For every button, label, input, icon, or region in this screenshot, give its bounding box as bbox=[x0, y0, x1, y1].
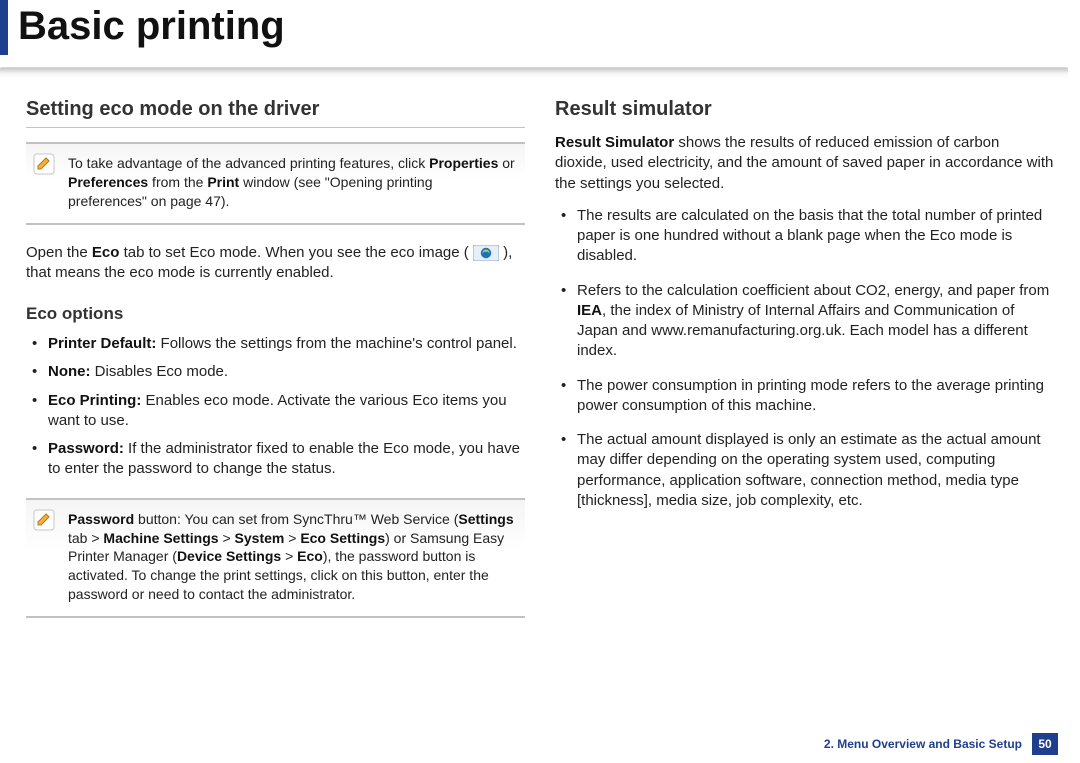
note-password: Password button: You can set from SyncTh… bbox=[26, 498, 525, 618]
right-column: Result simulator Result Simulator shows … bbox=[555, 96, 1054, 636]
eco-options-heading: Eco options bbox=[26, 303, 525, 326]
left-column: Setting eco mode on the driver To take a… bbox=[26, 96, 525, 636]
eco-icon bbox=[473, 245, 499, 261]
list-item: Eco Printing: Enables eco mode. Activate… bbox=[26, 391, 525, 432]
page-title: Basic printing bbox=[0, 5, 1080, 47]
pencil-note-icon bbox=[32, 152, 56, 176]
result-simulator-intro: Result Simulator shows the results of re… bbox=[555, 133, 1054, 194]
list-item: The actual amount displayed is only an e… bbox=[555, 430, 1054, 511]
section-result-simulator: Result simulator bbox=[555, 96, 1054, 123]
list-item: Printer Default: Follows the settings fr… bbox=[26, 334, 525, 354]
list-item: The results are calculated on the basis … bbox=[555, 206, 1054, 267]
eco-options-list: Printer Default: Follows the settings fr… bbox=[26, 334, 525, 480]
open-eco-tab-text: Open the Eco tab to set Eco mode. When y… bbox=[26, 243, 525, 284]
title-shadow bbox=[0, 67, 1068, 78]
section-rule bbox=[26, 127, 525, 128]
note-advanced-printing: To take advantage of the advanced printi… bbox=[26, 142, 525, 225]
content-columns: Setting eco mode on the driver To take a… bbox=[0, 96, 1080, 636]
footer-chapter: 2. Menu Overview and Basic Setup bbox=[824, 736, 1022, 752]
list-item: The power consumption in printing mode r… bbox=[555, 376, 1054, 417]
page-title-bar: Basic printing bbox=[0, 0, 1080, 65]
pencil-note-icon bbox=[32, 508, 56, 532]
list-item: None: Disables Eco mode. bbox=[26, 362, 525, 382]
page-footer: 2. Menu Overview and Basic Setup 50 bbox=[824, 733, 1058, 755]
result-simulator-list: The results are calculated on the basis … bbox=[555, 206, 1054, 511]
title-accent bbox=[0, 0, 8, 55]
section-setting-eco: Setting eco mode on the driver bbox=[26, 96, 525, 123]
note-advanced-printing-text: To take advantage of the advanced printi… bbox=[68, 155, 515, 209]
note-password-text: Password button: You can set from SyncTh… bbox=[68, 511, 514, 603]
footer-page-number: 50 bbox=[1032, 733, 1058, 755]
list-item: Refers to the calculation coefficient ab… bbox=[555, 281, 1054, 362]
list-item: Password: If the administrator fixed to … bbox=[26, 439, 525, 480]
